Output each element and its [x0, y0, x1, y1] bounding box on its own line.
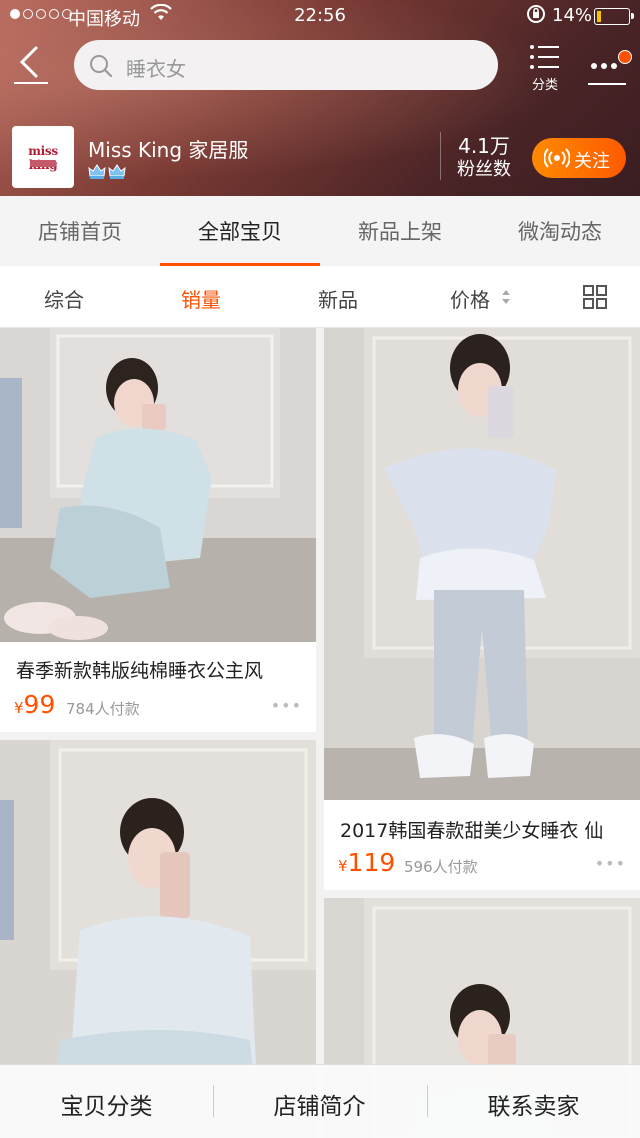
shop-info: miss king Miss King 家居服 4.1万 粉丝数 关注 — [0, 126, 640, 192]
more-options-icon[interactable]: ••• — [271, 696, 302, 715]
shop-header: 中国移动 22:56 14% 睡衣女 分类 miss Miss King 家居服… — [0, 0, 640, 196]
fans-label: 粉丝数 — [457, 159, 511, 180]
notification-badge — [618, 50, 632, 64]
list-icon — [530, 45, 559, 69]
shop-tabs: 店铺首页 全部宝贝 新品上架 微淘动态 — [0, 196, 640, 266]
more-dots-icon — [588, 63, 626, 85]
price-value: 99 — [23, 690, 56, 719]
top-nav: 睡衣女 分类 — [0, 36, 640, 96]
product-image — [324, 328, 640, 800]
item-categories-button[interactable]: 宝贝分类 — [0, 1087, 213, 1121]
sort-price[interactable]: 价格 — [450, 284, 490, 313]
shop-name: Miss King 家居服 — [88, 138, 249, 162]
price-value: 119 — [347, 848, 396, 877]
contact-seller-button[interactable]: 联系卖家 — [427, 1087, 640, 1121]
product-card[interactable]: 春季新款韩版纯棉睡衣公主风 ¥99 784人付款 ••• — [0, 328, 316, 732]
tab-new-arrivals[interactable]: 新品上架 — [320, 216, 480, 246]
crown-icon — [88, 164, 106, 179]
logo-subtext — [30, 160, 56, 167]
shop-level — [88, 164, 126, 180]
bottom-bar: 宝贝分类 店铺简介 联系卖家 — [0, 1064, 640, 1138]
follow-label: 关注 — [574, 151, 610, 172]
product-title: 2017韩国春款甜美少女睡衣 仙 — [340, 820, 604, 842]
product-grid: 春季新款韩版纯棉睡衣公主风 ¥99 784人付款 ••• 2017韩国春款甜美少… — [0, 328, 640, 1138]
logo-wordmark: miss king — [28, 144, 58, 172]
search-icon — [88, 53, 114, 83]
divider — [440, 132, 441, 180]
product-price: ¥99 — [14, 690, 55, 719]
sales-count: 596人付款 — [404, 858, 478, 876]
more-button[interactable] — [584, 38, 632, 92]
product-title: 春季新款韩版纯棉睡衣公主风 — [16, 660, 264, 682]
battery-icon — [594, 8, 634, 25]
shop-logo[interactable]: miss king — [12, 126, 74, 188]
category-label: 分类 — [531, 78, 558, 93]
fans-number: 4.1万 — [458, 134, 510, 158]
follow-button[interactable]: 关注 — [532, 138, 626, 178]
battery-percent: 14% — [552, 5, 593, 26]
tab-home[interactable]: 店铺首页 — [0, 216, 160, 246]
search-query: 睡衣女 — [126, 57, 186, 81]
sort-default[interactable]: 综合 — [44, 284, 84, 313]
crown-icon — [108, 164, 126, 179]
fans-count: 4.1万 粉丝数 — [446, 134, 522, 182]
grid-icon[interactable] — [582, 284, 608, 314]
sales-count: 784人付款 — [66, 700, 140, 718]
sort-arrows-icon — [500, 288, 512, 310]
sort-sales[interactable]: 销量 — [181, 284, 221, 313]
search-input[interactable]: 睡衣女 — [74, 40, 498, 90]
back-arrow-icon — [14, 46, 48, 84]
currency-symbol: ¥ — [338, 857, 348, 875]
status-bar: 中国移动 22:56 14% — [0, 0, 640, 32]
back-button[interactable] — [10, 42, 50, 86]
sort-newest[interactable]: 新品 — [318, 284, 358, 313]
product-price: ¥119 — [338, 848, 395, 877]
tab-all-items[interactable]: 全部宝贝 — [160, 216, 320, 246]
currency-symbol: ¥ — [14, 699, 24, 717]
more-options-icon[interactable]: ••• — [595, 854, 626, 873]
product-image — [0, 328, 316, 642]
broadcast-icon — [543, 147, 571, 174]
tab-feed[interactable]: 微淘动态 — [480, 216, 640, 246]
product-card[interactable]: 2017韩国春款甜美少女睡衣 仙 ¥119 596人付款 ••• — [324, 328, 640, 890]
rotation-lock-icon — [526, 4, 546, 29]
category-button[interactable]: 分类 — [524, 38, 566, 93]
sort-bar: 综合 销量 新品 价格 — [0, 266, 640, 328]
shop-intro-button[interactable]: 店铺简介 — [213, 1087, 426, 1121]
